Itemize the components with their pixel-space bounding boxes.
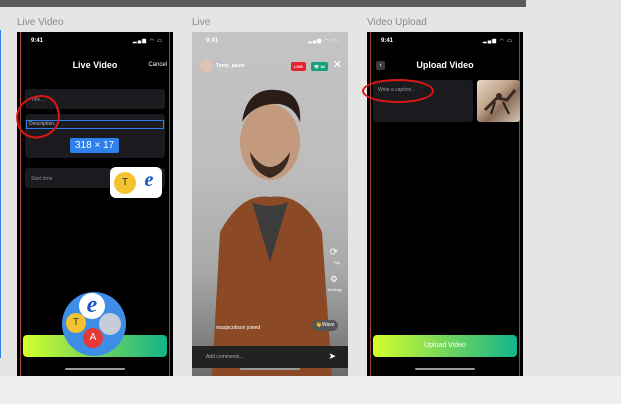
comment-input[interactable]: Add comments... ➤ <box>192 346 348 368</box>
gear-icon[interactable]: ⚙ <box>330 274 338 285</box>
wave-label: Wave <box>321 322 335 328</box>
status-icons: ▂▄▆ ◠ ▭ <box>482 38 513 44</box>
send-icon[interactable]: ➤ <box>328 351 336 362</box>
phone-live[interactable]: 9:41 ▂▄▆ ◠ ▭ Tomy_jason LIVE 👁 1K ✕ ⟳ Fl… <box>192 32 348 376</box>
live-badge: LIVE <box>291 62 306 71</box>
home-indicator <box>415 368 475 370</box>
status-time: 9:41 <box>381 38 394 44</box>
status-icons: ▂▄▆ ◠ ▭ <box>132 38 163 44</box>
joined-notice: masjacobson joined <box>216 325 261 331</box>
video-thumbnail[interactable] <box>477 80 520 122</box>
upload-video-button[interactable]: Upload Video <box>373 335 517 357</box>
host-username[interactable]: Tomy_jason <box>216 63 245 69</box>
canvas-bottom <box>0 376 621 404</box>
upload-video-label: Upload Video <box>424 342 466 349</box>
top-scroll-bar <box>0 0 526 7</box>
comment-placeholder: Add comments... <box>206 354 244 360</box>
start-time-label: Start time <box>31 176 53 182</box>
dimension-badge: 318 × 17 <box>70 138 120 153</box>
status-icons: ▂▄▆ ◠ ▭ <box>307 38 338 44</box>
close-icon[interactable]: ✕ <box>333 58 342 71</box>
host-avatar[interactable] <box>200 60 212 72</box>
joined-user-avatar <box>200 322 211 333</box>
collaborator-avatar-photo <box>99 313 121 335</box>
cancel-button[interactable]: Cancel <box>148 62 167 68</box>
selection-edge <box>0 30 1 358</box>
collaborator-avatar-t: T <box>66 313 86 333</box>
flip-icon[interactable]: ⟳ <box>330 247 338 258</box>
brand-logo: e <box>137 169 161 193</box>
frame-label-video-upload[interactable]: Video Upload <box>367 17 427 28</box>
viewer-count: 👁 1K <box>311 62 329 71</box>
wave-button[interactable]: 👋Wave <box>312 320 338 331</box>
home-indicator <box>65 368 125 370</box>
viewer-count-value: 1K <box>320 64 326 69</box>
settings-label[interactable]: Settings <box>328 287 342 292</box>
frame-label-live[interactable]: Live <box>192 17 210 28</box>
status-time: 9:41 <box>206 38 219 44</box>
layout-guide <box>169 32 170 376</box>
dancer-illustration <box>483 89 517 115</box>
collaborator-avatar-t: T <box>114 172 136 194</box>
frame-label-live-video[interactable]: Live Video <box>17 17 64 28</box>
status-time: 9:41 <box>31 38 44 44</box>
layout-guide <box>20 32 21 376</box>
collaborator-avatar-a: A <box>83 328 103 348</box>
red-annotation-oval <box>362 79 434 103</box>
home-indicator <box>240 368 300 370</box>
flip-label[interactable]: Flip <box>334 260 340 265</box>
page-title: Upload Video <box>416 60 474 70</box>
